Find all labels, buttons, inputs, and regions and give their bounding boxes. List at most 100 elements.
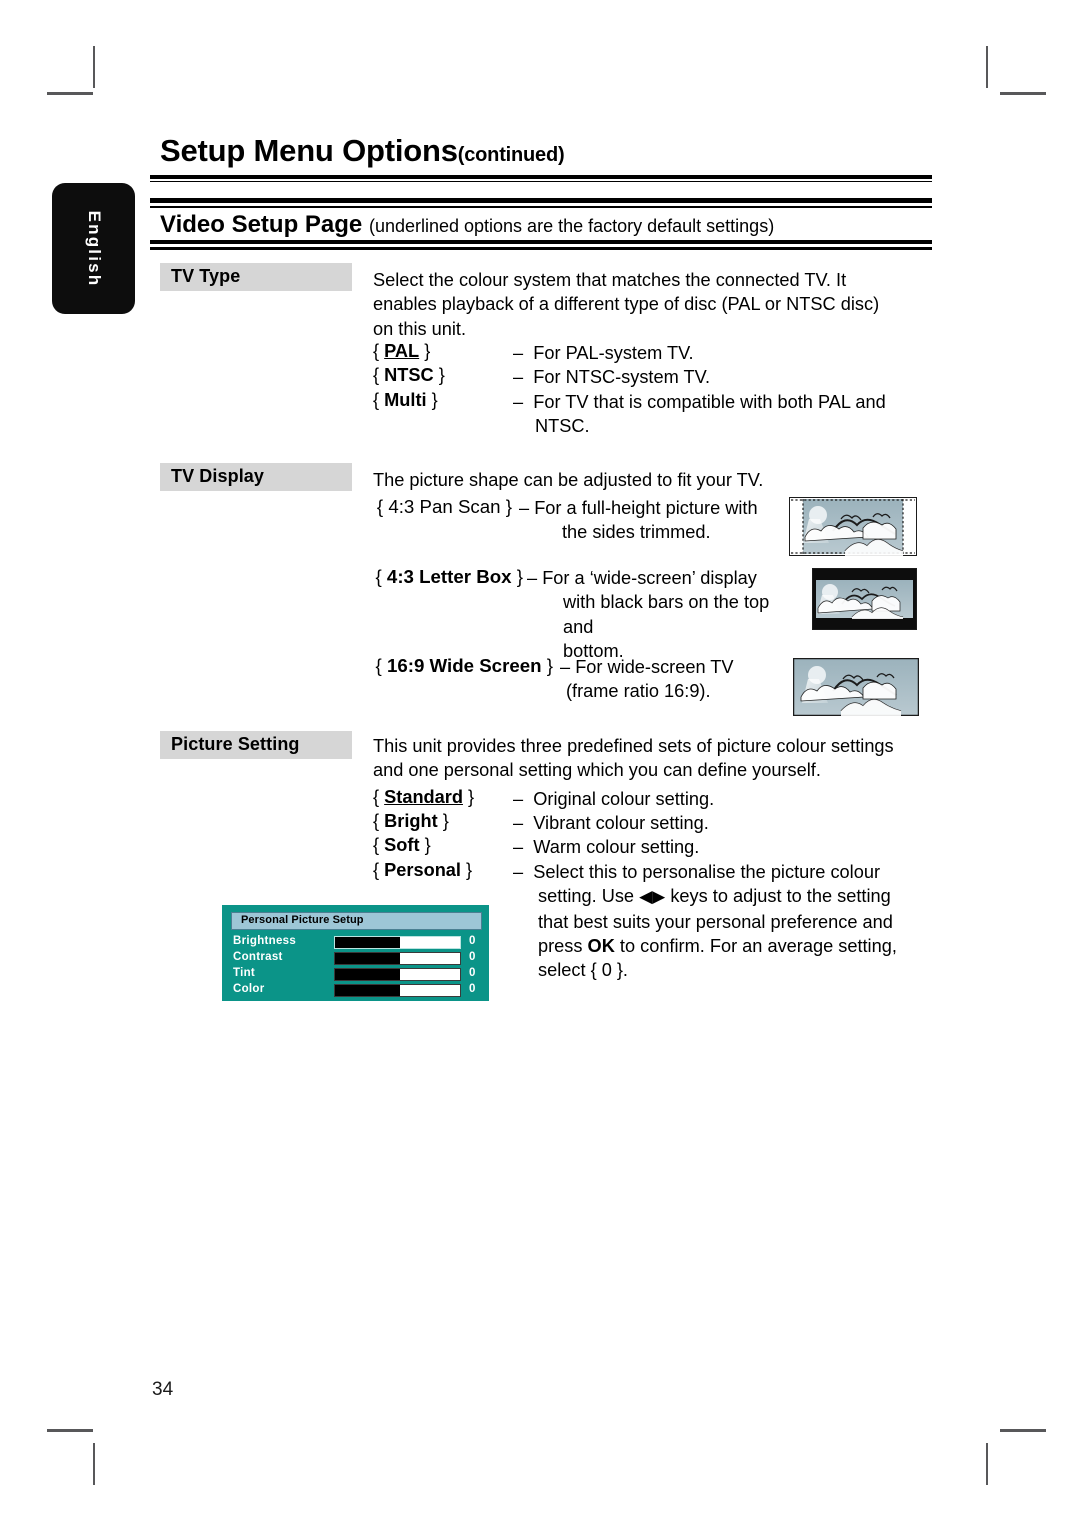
osd-row-label: Contrast <box>233 951 283 963</box>
picture-option-soft-label: Soft <box>384 835 420 855</box>
thumbnail-wide-screen <box>793 658 919 716</box>
osd-row-tint[interactable]: Tint 0 <box>231 967 482 982</box>
page-title: Setup Menu Options(continued) <box>160 133 565 169</box>
thumbnail-pan-scan <box>789 497 917 556</box>
brace-close: } <box>438 365 445 385</box>
osd-row-brightness[interactable]: Brightness 0 <box>231 935 482 950</box>
brace-open: { <box>373 341 380 361</box>
setting-label-text: Picture Setting <box>171 734 300 754</box>
tv-type-option-pal-desc: – For PAL-system TV. <box>513 341 694 365</box>
color-slider[interactable] <box>334 984 461 997</box>
tv-type-option-ntsc-key: { NTSC } <box>373 365 445 386</box>
contrast-value: 0 <box>469 951 476 963</box>
osd-row-label: Brightness <box>233 935 297 947</box>
tint-value: 0 <box>469 967 476 979</box>
crop-mark-bottom-right-vertical <box>986 1443 988 1485</box>
tv-type-option-ntsc-label: NTSC <box>384 365 434 385</box>
dash: – <box>513 789 524 809</box>
tv-display-option-wide-screen-desc-line-2: (frame ratio 16:9). <box>566 681 711 702</box>
brace-open: { <box>375 566 382 587</box>
dash: – <box>513 813 524 833</box>
picture-option-personal-desc: – Select this to personalise the picture… <box>513 860 938 982</box>
picture-option-personal-desc-line-2a: setting. Use <box>538 886 635 907</box>
picture-option-personal-desc-line-4a: press <box>538 935 583 956</box>
color-value: 0 <box>469 983 476 995</box>
picture-option-bright-desc-text: Vibrant colour setting. <box>533 813 709 833</box>
tv-type-intro-line-1: Select the colour system that matches th… <box>373 270 847 290</box>
tv-display-option-letter-box-key: { 4:3 Letter Box } <box>360 566 523 588</box>
brightness-slider[interactable] <box>334 936 461 949</box>
tv-display-intro: The picture shape can be adjusted to fit… <box>373 468 933 492</box>
picture-option-bright-label: Bright <box>384 811 438 831</box>
picture-option-standard-desc-text: Original colour setting. <box>533 789 715 809</box>
dash: – <box>513 367 524 387</box>
brace-close: } <box>424 835 431 855</box>
dash: – <box>513 837 524 857</box>
tv-display-intro-line-1: The picture shape can be adjusted to fit… <box>373 470 764 490</box>
tv-display-option-pan-scan-desc-line-2: the sides trimmed. <box>562 522 711 543</box>
section-heading-note: (underlined options are the factory defa… <box>368 216 775 236</box>
tv-type-option-pal-label: PAL <box>384 341 420 361</box>
crop-mark-bottom-right-horizontal <box>1000 1429 1046 1432</box>
contrast-slider-fill <box>335 953 400 964</box>
picture-option-standard-label: Standard <box>384 787 463 807</box>
picture-option-personal-desc-line-4c: to confirm. For an average setting, <box>619 935 897 956</box>
brace-open: { <box>373 811 380 831</box>
tv-type-option-pal-key: { PAL } <box>373 341 430 362</box>
tv-display-option-wide-screen-key: { 16:9 Wide Screen } <box>360 655 554 677</box>
dash: – <box>519 498 530 518</box>
picture-option-soft-key: { Soft } <box>373 835 431 856</box>
picture-option-personal-desc-line-3: that best suits your personal preference… <box>538 911 893 932</box>
setting-label-text: TV Display <box>171 466 265 486</box>
tv-type-option-multi-desc-line-1: For TV that is compatible with both PAL … <box>533 392 886 412</box>
brace-open: { <box>373 860 380 880</box>
setting-label-text: TV Type <box>171 266 241 286</box>
personal-picture-setup-dialog[interactable]: Personal Picture Setup Brightness 0 Cont… <box>222 905 489 1001</box>
setting-label-tv-display: TV Display <box>160 463 352 491</box>
osd-row-contrast[interactable]: Contrast 0 <box>231 951 482 966</box>
osd-row-label: Tint <box>233 967 256 979</box>
dash: – <box>513 392 524 412</box>
contrast-slider[interactable] <box>334 952 461 965</box>
brace-open: { <box>376 496 384 517</box>
tv-type-option-ntsc-desc: – For NTSC-system TV. <box>513 365 710 389</box>
tv-display-option-wide-screen-desc: – For wide-screen TV (frame ratio 16:9). <box>560 655 800 704</box>
brace-open: { <box>373 835 380 855</box>
tv-type-intro: Select the colour system that matches th… <box>373 268 933 341</box>
picture-option-soft-desc-text: Warm colour setting. <box>533 837 700 857</box>
tv-type-option-multi-label: Multi <box>384 390 427 410</box>
tv-type-intro-line-2: enables playback of a different type of … <box>373 294 880 315</box>
brace-open: { <box>375 655 382 676</box>
brace-close: } <box>442 811 449 831</box>
brace-open: { <box>373 365 380 385</box>
page-number: 34 <box>152 1379 174 1400</box>
tv-type-option-ntsc-desc-text: For NTSC-system TV. <box>533 367 711 387</box>
tint-slider[interactable] <box>334 968 461 981</box>
tv-display-option-wide-screen-desc-line-1: For wide-screen TV <box>575 657 734 677</box>
section-heading: Video Setup Page <box>160 211 363 238</box>
language-tab: English <box>52 183 135 314</box>
tint-slider-fill <box>335 969 400 980</box>
dash: – <box>513 862 524 882</box>
tv-type-option-multi-desc-line-2: NTSC. <box>535 416 590 437</box>
setting-label-picture-setting: Picture Setting <box>160 731 352 759</box>
crop-mark-top-right-horizontal <box>1000 92 1046 95</box>
picture-option-personal-key: { Personal } <box>373 860 472 881</box>
tv-display-option-pan-scan-desc: – For a full-height picture with the sid… <box>519 496 799 545</box>
page-title-main: Setup Menu Options <box>160 133 458 168</box>
brace-close: } <box>546 655 553 676</box>
title-rule-lower <box>150 181 932 182</box>
osd-row-color[interactable]: Color 0 <box>231 983 482 998</box>
brace-open: { <box>373 390 380 410</box>
thumbnail-letter-box <box>812 568 917 630</box>
tv-display-option-letter-box-desc-line-2: with black bars on the top and <box>563 592 770 637</box>
tv-type-option-pal-desc-text: For PAL-system TV. <box>533 343 694 363</box>
picture-option-standard-desc: – Original colour setting. <box>513 787 714 811</box>
picture-setting-intro: This unit provides three predefined sets… <box>373 734 943 783</box>
brace-close: } <box>466 860 473 880</box>
crop-mark-top-left-horizontal <box>47 92 93 95</box>
left-right-arrow-keys-icon: ◀▶ <box>639 887 666 907</box>
brace-close: } <box>424 341 431 361</box>
tv-type-intro-line-3: on this unit. <box>373 318 467 339</box>
picture-option-personal-label: Personal <box>384 860 461 880</box>
